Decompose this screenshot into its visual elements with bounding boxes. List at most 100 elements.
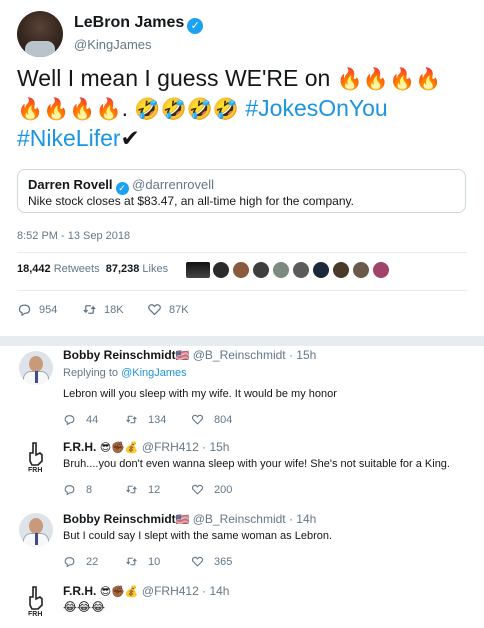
- liker-avatar[interactable]: [185, 261, 211, 279]
- reply-handle[interactable]: @B_Reinschmidt: [193, 512, 286, 526]
- reply-count: 954: [39, 303, 58, 316]
- reply-author-name[interactable]: Bobby Reinschmidt: [63, 348, 176, 362]
- retweet-count: 10: [148, 555, 161, 568]
- badge-emojis: 😎✊🏾💰: [99, 442, 139, 454]
- quoted-tweet-text: Nike stock closes at $83.47, an all-time…: [28, 194, 354, 208]
- liker-avatar[interactable]: [332, 261, 350, 279]
- like-button[interactable]: 365: [191, 555, 232, 568]
- frh-logo-icon: FRH: [19, 439, 53, 473]
- liker-avatar[interactable]: [212, 261, 230, 279]
- reply-header: Bobby Reinschmidt🇺🇸 @B_Reinschmidt · 14h: [63, 512, 317, 526]
- author-handle[interactable]: @KingJames: [74, 37, 152, 52]
- engagement-stats: 18,442 Retweets 87,238 Likes: [17, 263, 168, 275]
- reply-icon: [64, 415, 75, 426]
- retweet-icon: [126, 485, 137, 494]
- liker-avatar[interactable]: [272, 261, 290, 279]
- retweet-button[interactable]: 10: [125, 555, 160, 568]
- retweets-stat[interactable]: 18,442 Retweets: [17, 263, 100, 275]
- reply-author-name[interactable]: Bobby Reinschmidt: [63, 512, 176, 526]
- reply-button[interactable]: 44: [63, 413, 98, 426]
- tweet-timestamp[interactable]: 8:52 PM - 13 Sep 2018: [17, 230, 130, 242]
- reply-time[interactable]: 14h: [296, 512, 316, 526]
- reply-time[interactable]: 14h: [209, 584, 229, 598]
- reply-count: 22: [86, 555, 99, 568]
- liker-avatar[interactable]: [352, 261, 370, 279]
- reply-text: But I could say I slept with the same wo…: [63, 530, 333, 542]
- reply-author-name[interactable]: F.R.H.: [63, 584, 96, 598]
- reply-icon: [64, 485, 75, 496]
- retweet-icon: [83, 305, 96, 314]
- reply-author-name[interactable]: F.R.H.: [63, 440, 96, 454]
- heart-icon: [191, 484, 204, 495]
- reply-text: Bruh....you don't even wanna sleep with …: [63, 458, 450, 470]
- quoted-author-handle: @darrenrovell: [132, 177, 215, 192]
- reply-handle[interactable]: @FRH412: [142, 584, 199, 598]
- check-mark: ✔: [120, 125, 140, 151]
- main-tweet: LeBron James ✓ @KingJames Well I mean I g…: [0, 0, 484, 340]
- hashtag-jokesonyou[interactable]: #JokesOnYou: [245, 95, 387, 121]
- reply-icon: [64, 557, 75, 568]
- author-avatar[interactable]: [17, 11, 63, 57]
- us-flag-emoji: 🇺🇸: [175, 350, 190, 362]
- hashtag-nikelifer[interactable]: #NikeLifer: [17, 125, 121, 151]
- svg-text:FRH: FRH: [28, 467, 42, 473]
- tweet-actions: 954 18K 87K: [17, 302, 467, 318]
- fire-emoji-group-1: 🔥🔥🔥🔥: [336, 68, 442, 91]
- like-button[interactable]: 200: [191, 483, 232, 496]
- reply-time[interactable]: 15h: [296, 348, 316, 362]
- reply-button[interactable]: 8: [63, 483, 92, 496]
- reply-icon: [18, 304, 31, 317]
- likes-count: 87,238: [105, 263, 140, 275]
- reply-text: 😂😂😂: [63, 600, 106, 614]
- like-count: 365: [214, 555, 233, 568]
- us-flag-emoji: 🇺🇸: [175, 514, 190, 526]
- svg-text:FRH: FRH: [28, 611, 42, 617]
- tweet-text: Well I mean I guess WE'RE on 🔥🔥🔥🔥 🔥🔥🔥🔥. …: [17, 65, 442, 151]
- author-name[interactable]: LeBron James: [74, 14, 184, 31]
- reply-handle[interactable]: @FRH412: [142, 440, 199, 454]
- replying-to: Replying to @KingJames: [63, 367, 187, 379]
- likes-stat[interactable]: 87,238 Likes: [106, 263, 168, 275]
- reply-avatar[interactable]: FRH: [19, 583, 53, 617]
- badge-emojis: 😎✊🏾💰: [99, 586, 139, 598]
- reply-header: Bobby Reinschmidt🇺🇸 @B_Reinschmidt · 15h: [63, 348, 317, 362]
- reply-handle[interactable]: @B_Reinschmidt: [193, 348, 286, 362]
- reply-button[interactable]: 954: [17, 302, 57, 317]
- reply-actions: 44 134 804: [63, 413, 363, 427]
- retweet-icon: [126, 415, 137, 424]
- laughing-emoji-group: 🤣🤣🤣🤣: [134, 98, 239, 121]
- quoted-author-name: Darren Rovell: [28, 177, 113, 192]
- quoted-tweet[interactable]: Darren Rovell ✓ @darrenrovell Nike stock …: [17, 169, 466, 213]
- like-count: 200: [214, 483, 233, 496]
- retweet-count: 12: [148, 483, 161, 496]
- reply-actions: 8 12 200: [63, 483, 363, 497]
- retweet-icon: [126, 557, 137, 566]
- verified-badge-icon: ✓: [187, 18, 204, 34]
- reply-avatar[interactable]: FRH: [19, 439, 53, 473]
- reply-actions: 22 10 365: [63, 555, 363, 569]
- frh-logo-icon: FRH: [19, 583, 53, 617]
- liker-avatar[interactable]: [372, 261, 390, 279]
- reply-button[interactable]: 22: [63, 555, 98, 568]
- like-button[interactable]: 804: [191, 413, 232, 426]
- reply-header: F.R.H. 😎✊🏾💰 @FRH412 · 15h: [63, 440, 230, 454]
- reply-time[interactable]: 15h: [209, 440, 229, 454]
- reply-avatar[interactable]: [19, 351, 53, 385]
- replying-to-prefix: Replying to: [63, 367, 122, 379]
- liker-avatar[interactable]: [292, 261, 310, 279]
- reply-avatar[interactable]: [19, 513, 53, 547]
- like-button[interactable]: 87K: [147, 302, 189, 317]
- liker-avatar[interactable]: [252, 261, 270, 279]
- section-separator: [0, 336, 484, 346]
- replying-to-link[interactable]: @KingJames: [121, 367, 187, 379]
- liker-avatar[interactable]: [232, 261, 250, 279]
- divider: [17, 252, 467, 253]
- retweet-button[interactable]: 12: [125, 483, 160, 496]
- retweet-count: 18K: [104, 303, 124, 316]
- retweet-button[interactable]: 134: [125, 413, 166, 426]
- heart-icon: [191, 556, 204, 567]
- liker-avatar[interactable]: [312, 261, 330, 279]
- author-name-row[interactable]: LeBron James ✓: [74, 14, 204, 34]
- reply-count: 8: [86, 483, 93, 496]
- retweet-button[interactable]: 18K: [82, 302, 124, 317]
